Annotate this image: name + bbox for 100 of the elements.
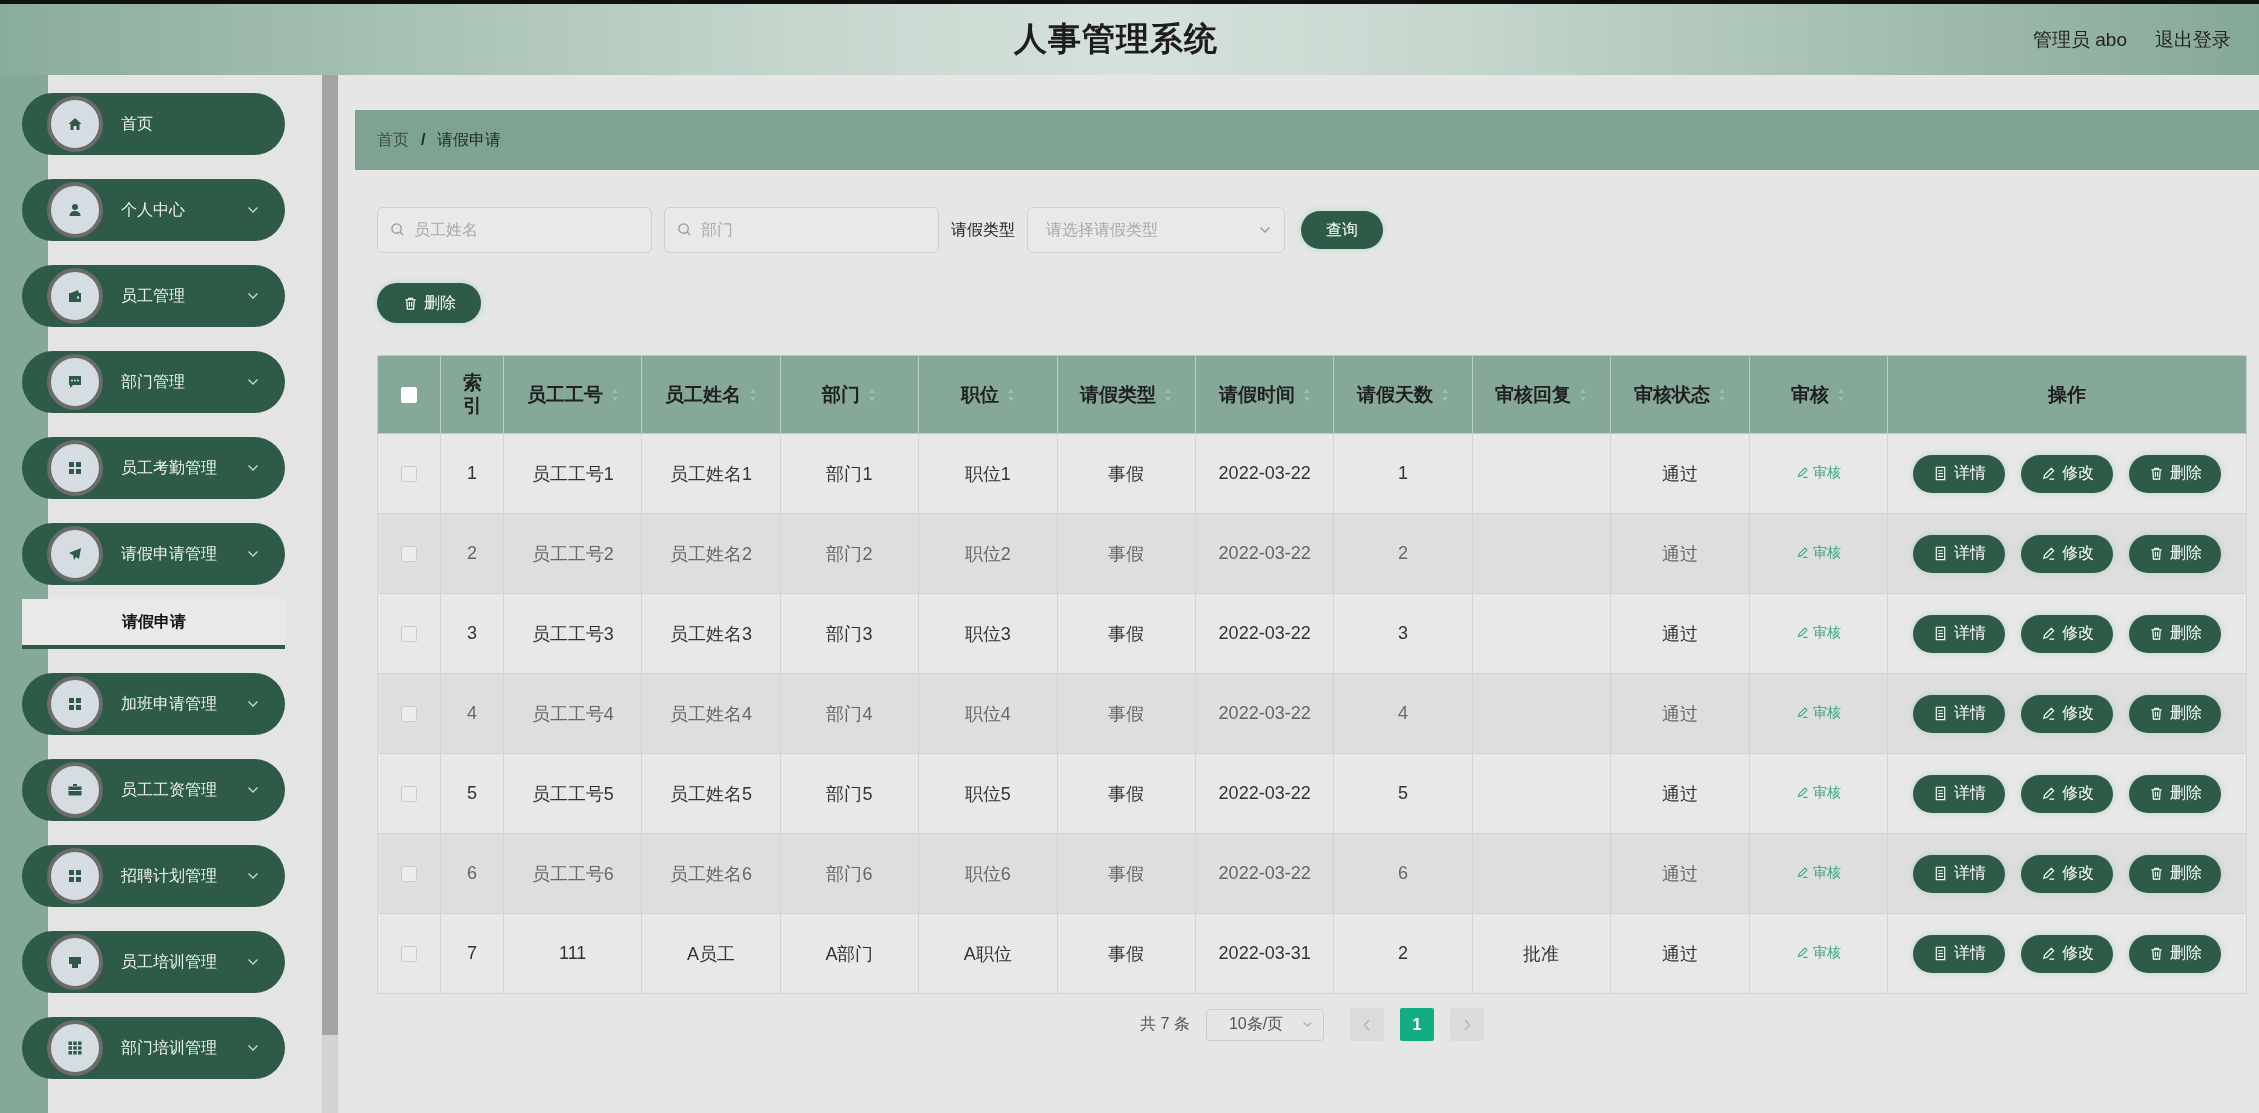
column-header[interactable]: 职位 (918, 355, 1058, 434)
delete-button[interactable]: 删除 (2129, 614, 2221, 653)
details-button[interactable]: 详情 (1913, 454, 2005, 493)
table-cell: 2022-03-22 (1218, 463, 1311, 483)
row-checkbox[interactable] (401, 706, 417, 723)
logout-link[interactable]: 退出登录 (2155, 26, 2231, 53)
chevron-down-icon (247, 378, 259, 386)
page-size-select[interactable]: 10条/页 (1205, 1008, 1324, 1041)
column-header[interactable]: 请假时间 (1195, 355, 1334, 434)
table-cell: 员工姓名3 (670, 623, 753, 644)
select-all-checkbox[interactable] (401, 387, 417, 404)
menu-item[interactable]: 请假申请管理 (22, 523, 285, 585)
column-header[interactable]: 部门 (780, 355, 919, 434)
menu-item[interactable]: 员工培训管理 (22, 931, 285, 993)
menu-item[interactable]: 个人中心 (22, 179, 285, 241)
delete-button[interactable]: 删除 (2129, 694, 2221, 733)
table-cell: 员工工号5 (531, 783, 614, 804)
home-icon (67, 116, 83, 132)
delete-button[interactable]: 删除 (2129, 854, 2221, 893)
sort-icon (1717, 387, 1726, 402)
submenu-item[interactable]: 请假申请 (22, 599, 285, 649)
column-header[interactable]: 操作 (1887, 355, 2247, 434)
table-cell: 事假 (1108, 783, 1145, 804)
grid-icon (67, 1040, 83, 1056)
table-cell: 员工姓名1 (670, 463, 753, 484)
details-button[interactable]: 详情 (1913, 694, 2005, 733)
menu-item[interactable]: 员工管理 (22, 265, 285, 327)
table-cell: 6 (467, 863, 477, 883)
wallet-icon (67, 288, 83, 304)
column-header[interactable]: 请假类型 (1057, 355, 1196, 434)
trash-icon (402, 295, 418, 311)
column-header[interactable]: 员工工号 (503, 355, 642, 434)
row-checkbox[interactable] (401, 546, 417, 563)
menu-item[interactable]: 部门管理 (22, 351, 285, 413)
details-button[interactable]: 详情 (1913, 774, 2005, 813)
column-header[interactable]: 审核 (1749, 355, 1888, 434)
details-button[interactable]: 详情 (1913, 934, 2005, 973)
next-page-button[interactable] (1449, 1008, 1484, 1041)
edit-button[interactable]: 修改 (2021, 854, 2113, 893)
edit-button[interactable]: 修改 (2021, 534, 2113, 573)
grid-icon (67, 696, 83, 712)
leave-type-select[interactable]: 请选择请假类型 (1027, 207, 1285, 253)
row-checkbox[interactable] (401, 866, 417, 883)
column-header[interactable]: 员工姓名 (641, 355, 781, 434)
edit-button[interactable]: 修改 (2021, 454, 2113, 493)
table-cell: 事假 (1108, 863, 1145, 884)
table-cell: 职位4 (964, 703, 1011, 724)
chevron-down-icon (247, 550, 259, 558)
previous-page-button[interactable] (1349, 1008, 1384, 1041)
row-checkbox[interactable] (401, 786, 417, 803)
delete-button[interactable]: 删除 (2129, 774, 2221, 813)
edit-button[interactable]: 修改 (2021, 934, 2113, 973)
menu-item[interactable]: 员工工资管理 (22, 759, 285, 821)
column-header[interactable]: 审核回复 (1472, 355, 1611, 434)
table-cell: 部门2 (826, 543, 873, 564)
table-cell: 1 (1398, 463, 1409, 483)
table-cell: 员工工号6 (531, 863, 614, 884)
details-button[interactable]: 详情 (1913, 534, 2005, 573)
dept-search-field[interactable]: 部门 (664, 207, 939, 253)
name-search-field[interactable]: 员工姓名 (377, 207, 652, 253)
row-checkbox[interactable] (401, 946, 417, 963)
table-cell: 部门4 (826, 703, 873, 724)
scrollbar[interactable] (322, 75, 338, 1113)
table-cell: 员工姓名6 (670, 863, 753, 884)
edit-button[interactable]: 修改 (2021, 774, 2113, 813)
column-header[interactable]: 审核状态 (1610, 355, 1749, 434)
table-cell: 通过 (1661, 703, 1698, 724)
menu-item[interactable]: 首页 (22, 93, 285, 155)
breadcrumb-link[interactable]: 请假申请 (437, 129, 502, 151)
menu-item[interactable]: 加班申请管理 (22, 673, 285, 735)
pencil-icon (2040, 546, 2056, 561)
delete-button[interactable]: 删除 (2129, 454, 2221, 493)
trash-icon (2148, 786, 2164, 801)
menu-item[interactable]: 员工考勤管理 (22, 437, 285, 499)
table-cell: 通过 (1661, 863, 1698, 884)
edit-button[interactable]: 修改 (2021, 694, 2113, 733)
column-header[interactable]: 请假天数 (1333, 355, 1473, 434)
menu-item[interactable]: 部门培训管理 (22, 1017, 285, 1079)
details-button[interactable]: 详情 (1913, 854, 2005, 893)
table-cell: 2 (1398, 943, 1409, 963)
delete-button[interactable]: 删除 (377, 283, 481, 323)
column-header[interactable]: 索引 (440, 355, 504, 434)
trash-icon (2148, 466, 2164, 481)
delete-button[interactable]: 删除 (2129, 534, 2221, 573)
details-button[interactable]: 详情 (1913, 614, 2005, 653)
table-cell: 职位6 (964, 863, 1011, 884)
row-checkbox[interactable] (401, 626, 417, 643)
table-cell: 5 (467, 783, 477, 803)
row-checkbox[interactable] (401, 466, 417, 483)
chevron-down-icon (247, 292, 259, 300)
table-cell: 职位5 (964, 783, 1011, 804)
table-cell: 2 (467, 543, 477, 563)
delete-button[interactable]: 删除 (2129, 934, 2221, 973)
menu-item[interactable]: 招聘计划管理 (22, 845, 285, 907)
query-button[interactable]: 查询 (1301, 211, 1383, 249)
edit-button[interactable]: 修改 (2021, 614, 2113, 653)
table-cell: 1 (467, 463, 477, 483)
table-cell: 2022-03-22 (1218, 783, 1311, 803)
table-cell: A职位 (963, 943, 1012, 964)
pencil-icon (1795, 946, 1809, 959)
